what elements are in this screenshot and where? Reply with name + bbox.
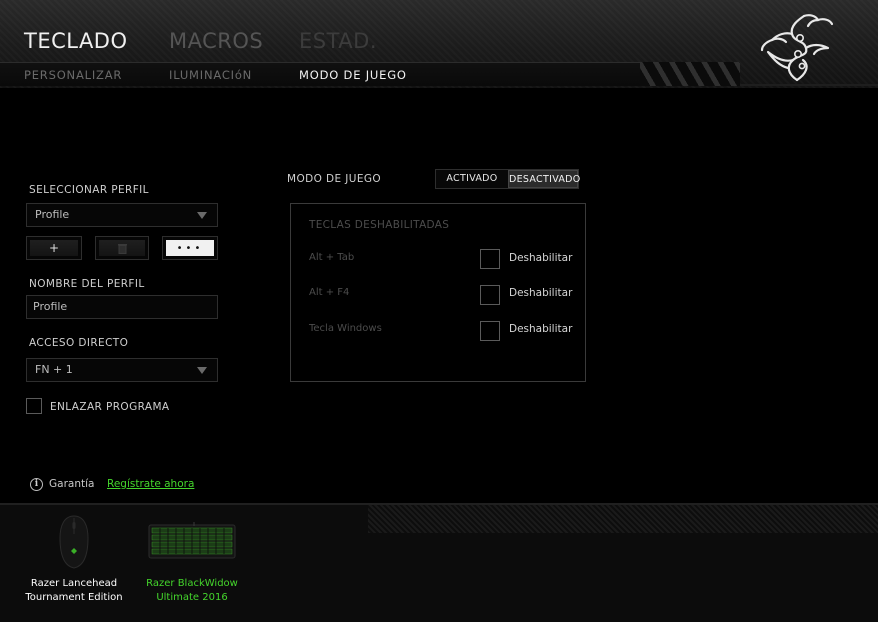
shortcut-label: ACCESO DIRECTO xyxy=(29,337,129,349)
key-alt-f4-label: Alt + F4 xyxy=(309,287,350,298)
profile-dropdown[interactable]: Profile xyxy=(26,203,218,227)
link-program-label: ENLAZAR PROGRAMA xyxy=(50,401,170,413)
disable-alt-tab-checkbox[interactable] xyxy=(480,249,500,269)
subtab-personalizar[interactable]: PERSONALIZAR xyxy=(24,68,122,82)
subtab-modo-de-juego[interactable]: MODO DE JUEGO xyxy=(299,68,407,82)
disable-alt-f4-checkbox[interactable] xyxy=(480,285,500,305)
profile-dropdown-value: Profile xyxy=(35,208,70,221)
device-razer-lancehead[interactable]: Razer Lancehead Tournament Edition xyxy=(20,510,128,610)
shortcut-dropdown[interactable]: FN + 1 xyxy=(26,358,218,382)
profile-name-label: NOMBRE DEL PERFIL xyxy=(29,278,145,290)
disable-windows-key-label: Deshabilitar xyxy=(509,323,573,335)
disable-windows-key-checkbox[interactable] xyxy=(480,321,500,341)
shortcut-dropdown-value: FN + 1 xyxy=(35,363,73,376)
trash-icon xyxy=(117,243,127,254)
profile-name-value: Profile xyxy=(33,300,68,313)
mouse-icon xyxy=(59,515,89,569)
tab-estad[interactable]: ESTAD. xyxy=(299,29,377,53)
game-mode-label: MODO DE JUEGO xyxy=(287,173,382,185)
select-profile-label: SELECCIONAR PERFIL xyxy=(29,184,149,196)
device-name-line2: Ultimate 2016 xyxy=(156,592,228,603)
tab-macros[interactable]: MACROS xyxy=(169,29,263,53)
more-icon: ••• xyxy=(176,242,204,254)
game-mode-off-button[interactable]: DESACTIVADO xyxy=(508,170,580,188)
profile-name-input[interactable]: Profile xyxy=(26,295,218,319)
subtab-bar-stripes xyxy=(640,62,740,86)
subtab-iluminacion[interactable]: ILUMINACIóN xyxy=(169,68,252,82)
info-icon: i xyxy=(30,478,43,491)
device-bar-texture xyxy=(368,505,878,533)
device-name-line1: Razer Lancehead xyxy=(30,578,118,589)
key-windows-label: Tecla Windows xyxy=(309,323,382,334)
keyboard-icon xyxy=(148,522,236,559)
chevron-down-icon xyxy=(197,212,207,219)
delete-profile-button[interactable] xyxy=(95,236,149,260)
key-alt-tab-label: Alt + Tab xyxy=(309,252,355,263)
plus-icon: + xyxy=(48,241,60,255)
disable-alt-f4-label: Deshabilitar xyxy=(509,287,573,299)
game-mode-on-button[interactable]: ACTIVADO xyxy=(436,170,508,188)
disabled-keys-panel: TECLAS DESHABILITADAS Alt + Tab Deshabil… xyxy=(290,203,586,382)
game-mode-toggle: ACTIVADO DESACTIVADO xyxy=(435,169,580,189)
device-name-line2: Tournament Edition xyxy=(25,592,123,603)
tab-teclado[interactable]: TECLADO xyxy=(24,29,128,53)
disable-alt-tab-label: Deshabilitar xyxy=(509,252,573,264)
add-profile-button[interactable]: + xyxy=(26,236,82,260)
more-options-button[interactable]: ••• xyxy=(162,236,218,260)
link-program-checkbox[interactable] xyxy=(26,398,42,414)
razer-logo-icon xyxy=(760,14,834,82)
disabled-keys-title: TECLAS DESHABILITADAS xyxy=(309,219,450,231)
warranty-label: Garantía xyxy=(49,478,95,490)
device-name-line1: Razer BlackWidow xyxy=(146,578,238,589)
device-razer-blackwidow[interactable]: Razer BlackWidow Ultimate 2016 xyxy=(138,510,246,610)
subtab-bar-tail xyxy=(740,84,878,86)
register-now-link[interactable]: Regístrate ahora xyxy=(107,478,194,490)
chevron-down-icon xyxy=(197,367,207,374)
